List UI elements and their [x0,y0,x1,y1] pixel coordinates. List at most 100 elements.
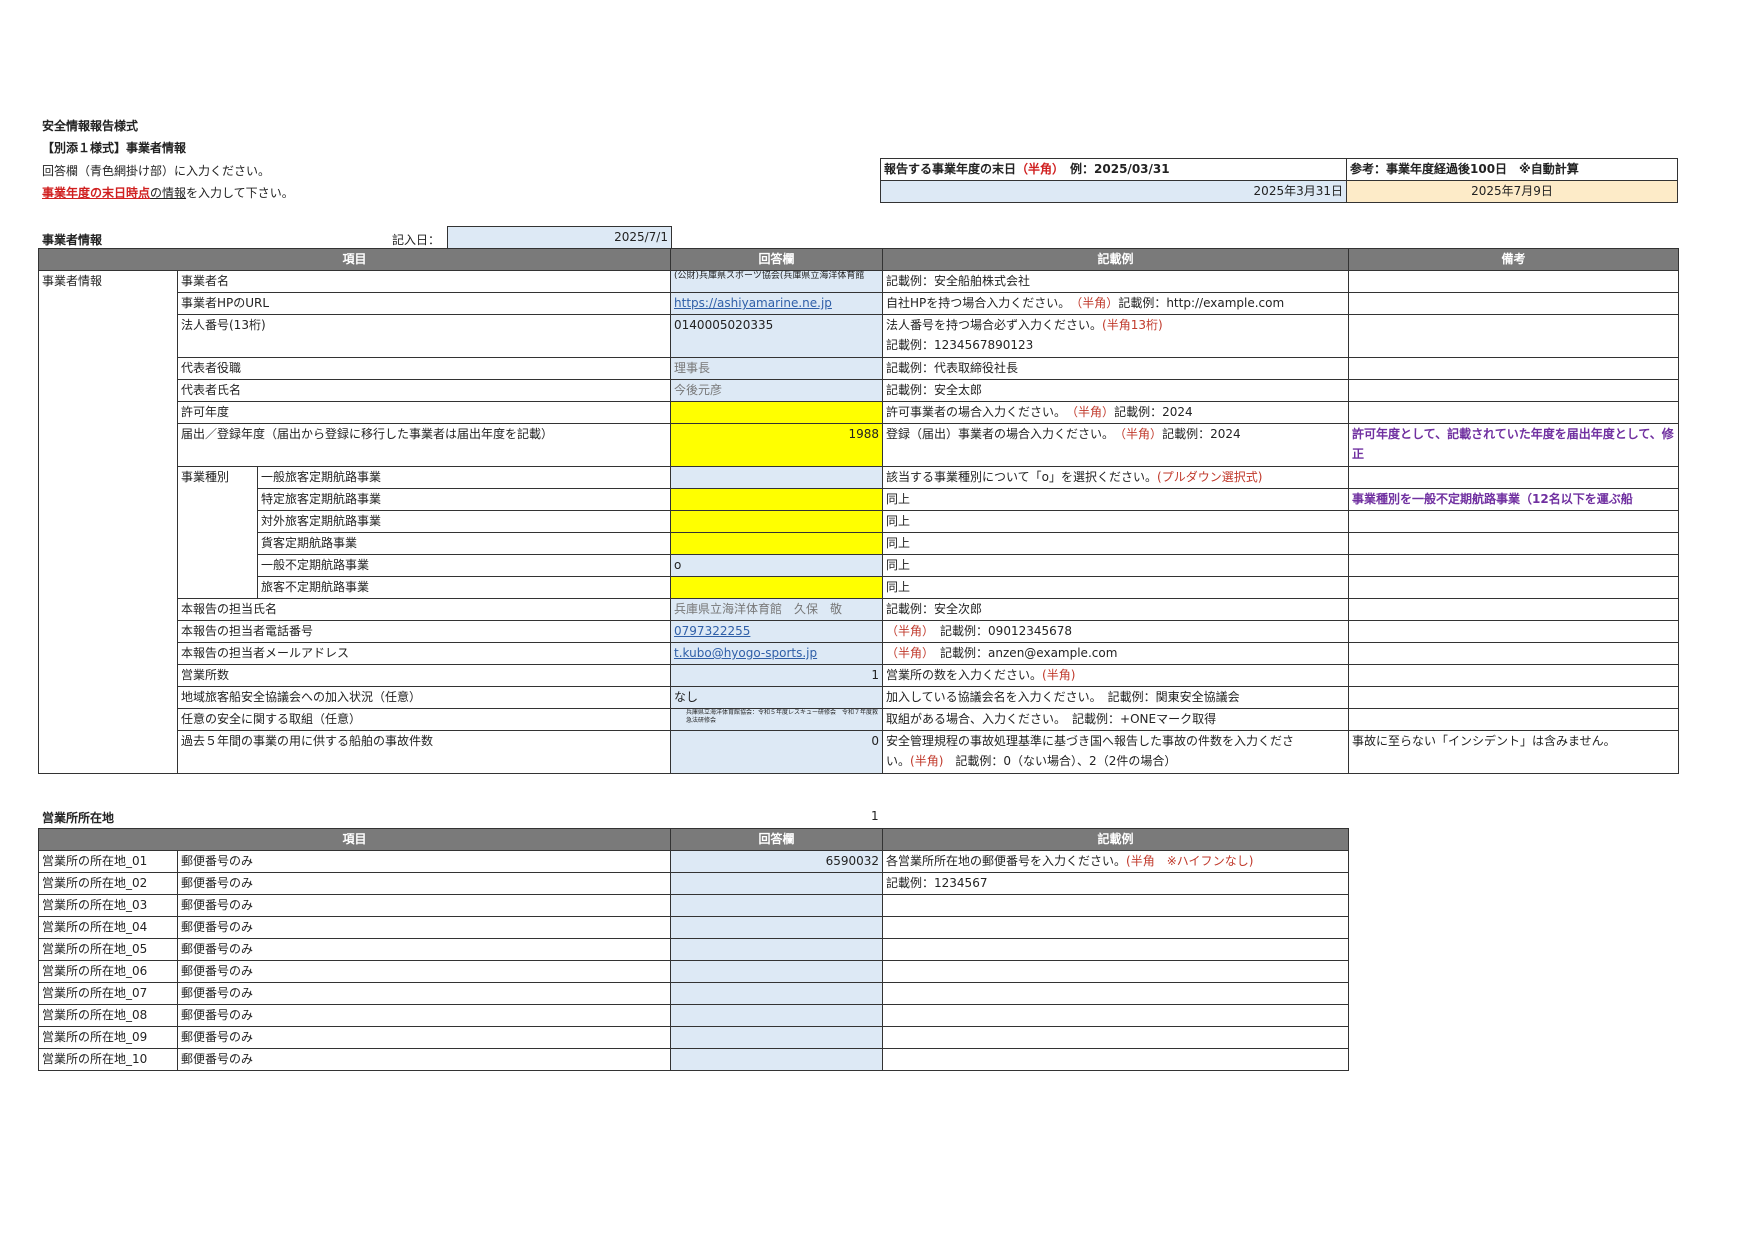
answer-register-year[interactable]: 1988 [670,423,884,467]
entry-date-input[interactable]: 2025/7/1 [447,226,672,249]
office-sub: 郵便番号のみ [176,872,672,895]
office-name: 営業所の所在地_06 [38,960,178,983]
remarks-cell [1348,642,1680,665]
item-label: 許可年度 [176,401,672,424]
answer-rep-name[interactable]: 今後元彦 [670,379,884,402]
answer-biz-type[interactable] [670,532,884,555]
office-name: 営業所の所在地_05 [38,938,178,961]
office-sub: 郵便番号のみ [176,1048,672,1071]
answer-corp-number[interactable]: 0140005020335 [670,314,884,358]
example-text: 記載例：代表取締役社長 [882,357,1350,380]
office-sub: 郵便番号のみ [176,938,672,961]
remarks-cell [1348,686,1680,709]
answer-postal-code[interactable] [670,916,884,939]
answer-postal-code[interactable] [670,894,884,917]
remarks-cell [1348,379,1680,402]
biz-type-item: 対外旅客定期航路事業 [256,510,672,533]
section1-title: 事業者情報 [42,233,103,247]
answer-postal-code[interactable] [670,982,884,1005]
item-label: 法人番号(13桁) [176,314,672,358]
fiscal-table: 報告する事業年度の末日（半角） 例：2025/03/31 参考：事業年度経過後1… [880,158,1678,203]
answer-biz-type[interactable] [670,510,884,533]
example-text: 営業所の数を入力ください。(半角) [882,664,1350,687]
item-label: 営業所数 [176,664,672,687]
answer-biz-type[interactable] [670,488,884,511]
example-text: 同上 [882,576,1350,599]
remarks-cell [1348,466,1680,489]
example-text: 許可事業者の場合入力ください。 （半角）記載例：2024 [882,401,1350,424]
answer-safety-effort[interactable]: 兵庫県立海洋体育館協会：令和５年度レスキュー研修会 令和７年度救急法研修会 [670,708,884,731]
example-text: 記載例：安全船舶株式会社 [882,270,1350,293]
office-count-ref: 1 [871,809,879,823]
office-address-table: 項目 回答欄 記載例 営業所の所在地_01 郵便番号のみ 6590032 各営業… [37,828,1350,1071]
answer-postal-code[interactable] [670,938,884,961]
item-label: 本報告の担当氏名 [176,598,672,621]
fiscal-end-input[interactable]: 2025年3月31日 [880,180,1347,203]
instruction-2-und: 情報 [162,186,187,200]
example-text: 同上 [882,532,1350,555]
remarks-register-year: 許可年度として、記載されていた年度を届出年度として、修正 [1348,423,1680,467]
header-item: 項目 [37,248,672,271]
answer-accident-count[interactable]: 0 [670,730,884,774]
answer-postal-code[interactable] [670,1004,884,1027]
biz-type-item: 旅客不定期航路事業 [256,576,672,599]
office-sub: 郵便番号のみ [176,1004,672,1027]
office-name: 営業所の所在地_08 [38,1004,178,1027]
remarks-cell [1348,270,1680,293]
example-text: 法人番号を持つ場合必ず入力ください。(半角13桁) 記載例：12345678901… [882,314,1350,358]
answer-company-name[interactable]: (公財)兵庫県スポーツ協会(兵庫県立海洋体育館 [670,270,884,293]
answer-postal-code[interactable] [670,1048,884,1071]
answer-email[interactable]: t.kubo@hyogo-sports.jp [670,642,884,665]
example-text [882,982,1350,1005]
remarks-cell [1348,401,1680,424]
remarks-cell [1348,314,1680,358]
example-text: （半角） 記載例：09012345678 [882,620,1350,643]
instruction-2-mid: の [150,186,163,200]
example-text [882,1004,1350,1027]
example-text [882,1048,1350,1071]
business-info-table: 項目 回答欄 記載例 備考 事業者情報 事業者名 (公財)兵庫県スポーツ協会(兵… [37,248,1680,774]
phone-link[interactable]: 0797322255 [674,624,750,638]
office-name: 営業所の所在地_02 [38,872,178,895]
instruction-1: 回答欄（青色網掛け部）に入力ください。 [42,164,271,178]
biz-type-item: 特定旅客定期航路事業 [256,488,672,511]
fiscal-ref-label: 参考：事業年度経過後100日 ※自動計算 [1346,158,1678,181]
answer-permit-year[interactable] [670,401,884,424]
remarks-biz-type: 事業種別を一般不定期航路事業（12名以下を運ぶ船 [1348,488,1680,511]
header-answer: 回答欄 [670,828,884,851]
example-text: 各営業所所在地の郵便番号を入力ください。(半角 ※ハイフンなし) [882,850,1350,873]
item-label: 本報告の担当者メールアドレス [176,642,672,665]
answer-postal-code[interactable] [670,960,884,983]
answer-biz-type[interactable] [670,576,884,599]
answer-biz-type[interactable]: o [670,554,884,577]
remarks-cell [1348,510,1680,533]
remarks-cell [1348,292,1680,315]
example-text [882,1026,1350,1049]
answer-office-count[interactable]: 1 [670,664,884,687]
url-link[interactable]: https://ashiyamarine.ne.jp [674,296,832,310]
section2-title: 営業所所在地 [42,811,115,825]
example-text: 記載例：安全次郎 [882,598,1350,621]
office-sub: 郵便番号のみ [176,960,672,983]
example-text: 加入している協議会名を入力ください。 記載例：関東安全協議会 [882,686,1350,709]
answer-biz-type[interactable] [670,466,884,489]
example-text: 自社HPを持つ場合入力ください。 （半角）記載例：http://example.… [882,292,1350,315]
answer-postal-code[interactable] [670,1026,884,1049]
example-text: 登録（届出）事業者の場合入力ください。 （半角）記載例：2024 [882,423,1350,467]
item-label: 代表者役職 [176,357,672,380]
answer-rep-title[interactable]: 理事長 [670,357,884,380]
biz-type-item: 一般不定期航路事業 [256,554,672,577]
header-example: 記載例 [882,828,1350,851]
answer-council[interactable]: なし [670,686,884,709]
example-text [882,916,1350,939]
office-name: 営業所の所在地_03 [38,894,178,917]
answer-postal-code[interactable] [670,872,884,895]
email-link[interactable]: t.kubo@hyogo-sports.jp [674,646,817,660]
answer-contact-name[interactable]: 兵庫県立海洋体育館 久保 敬 [670,598,884,621]
answer-url[interactable]: https://ashiyamarine.ne.jp [670,292,884,315]
answer-phone[interactable]: 0797322255 [670,620,884,643]
answer-postal-code[interactable]: 6590032 [670,850,884,873]
group-label: 事業者情報 [38,270,178,774]
example-text [882,938,1350,961]
remarks-cell [1348,532,1680,555]
